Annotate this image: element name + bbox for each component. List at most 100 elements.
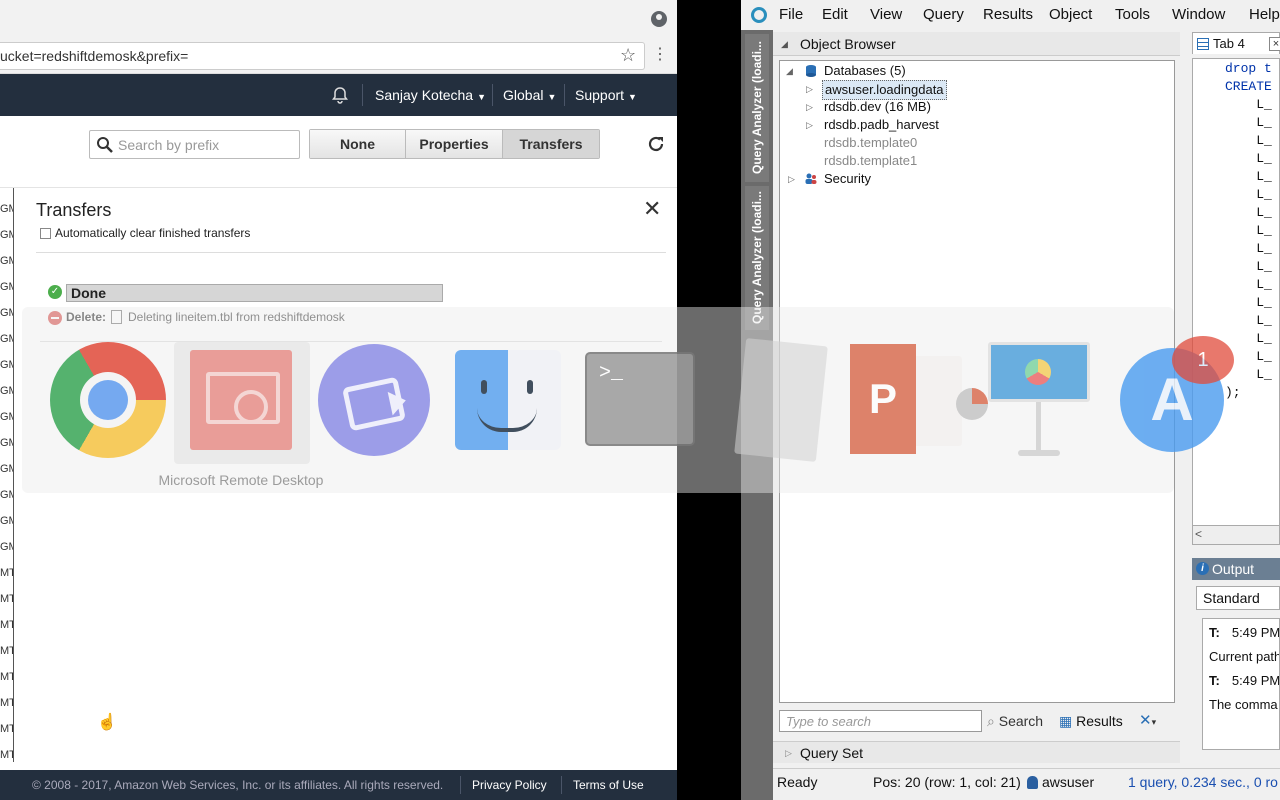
database-icon <box>806 65 816 77</box>
menu-edit[interactable]: Edit <box>822 0 848 30</box>
tree-label: rdsdb.template0 <box>824 135 918 150</box>
view-none-button[interactable]: None <box>310 130 406 158</box>
profile-icon[interactable] <box>651 11 667 27</box>
menu-results[interactable]: Results <box>983 0 1033 30</box>
ppt-letter: P <box>850 344 916 454</box>
status-bar: Ready Pos: 20 (row: 1, col: 21) awsuser … <box>773 768 1280 800</box>
menu-bar: File Edit View Query Results Object Tool… <box>741 0 1280 30</box>
privacy-policy-link[interactable]: Privacy Policy <box>472 770 547 800</box>
terms-of-use-link[interactable]: Terms of Use <box>573 770 644 800</box>
code-line: L_ <box>1225 151 1272 166</box>
expanded-triangle-icon[interactable]: ◢ <box>786 62 793 80</box>
terminal-icon[interactable]: >_ <box>585 352 695 446</box>
chrome-icon[interactable] <box>50 342 166 458</box>
pointer-hand-icon: ☝ <box>97 714 117 731</box>
tree-node-rdsdb-template0[interactable]: rdsdb.template0 <box>824 134 917 152</box>
code-line: drop t <box>1225 61 1272 76</box>
output-panel-tab[interactable]: i Output <box>1192 558 1280 580</box>
keynote-icon[interactable] <box>988 342 1090 460</box>
terminal-prompt: >_ <box>599 362 624 385</box>
code-line: L_ <box>1225 115 1272 130</box>
menu-window[interactable]: Window <box>1172 0 1225 30</box>
search-button[interactable]: ⌕ Search <box>987 710 1043 732</box>
file-row-date-fragment: MT <box>0 593 13 605</box>
collapsed-triangle-icon[interactable]: ▷ <box>806 116 813 134</box>
grid-icon: ▦ <box>1059 713 1073 729</box>
output-tag: T: <box>1209 625 1220 640</box>
tools-icon: ✕ <box>1139 712 1152 729</box>
menu-object[interactable]: Object <box>1049 0 1092 30</box>
menu-view[interactable]: View <box>870 0 902 30</box>
user-menu[interactable]: Sanjay Kotecha ▼ <box>375 74 486 116</box>
collapsed-triangle-icon[interactable]: ▷ <box>788 170 795 188</box>
output-text: 5:49 PM <box>1231 625 1280 640</box>
status-state: Ready <box>777 774 818 790</box>
search-icon <box>97 137 113 153</box>
view-properties-button[interactable]: Properties <box>406 130 503 158</box>
grid-icon <box>1197 38 1209 50</box>
scroll-left-icon[interactable]: < <box>1195 527 1202 541</box>
collapse-triangle-icon[interactable]: ◢ <box>781 32 788 56</box>
file-row-date-fragment: GM <box>0 359 13 371</box>
url-field[interactable]: ucket=redshiftdemosk&prefix= <box>0 42 645 70</box>
collapsed-triangle-icon[interactable]: ▷ <box>785 742 792 764</box>
users-icon <box>805 173 817 184</box>
auto-clear-option[interactable]: Automatically clear finished transfers <box>40 226 250 240</box>
menu-help[interactable]: Help <box>1249 0 1280 30</box>
editor-tab-label: Tab 4 <box>1213 36 1245 51</box>
chevron-down-icon: ▼ <box>628 92 637 102</box>
menu-tools[interactable]: Tools <box>1115 0 1150 30</box>
code-line: L_ <box>1225 313 1272 328</box>
output-text: Current path <box>1209 649 1280 664</box>
support-menu[interactable]: Support ▼ <box>575 74 637 116</box>
collapsed-triangle-icon[interactable]: ▷ <box>806 98 813 116</box>
copyright-text: © 2008 - 2017, Amazon Web Services, Inc.… <box>32 778 444 792</box>
browser-tab-strip <box>0 0 677 38</box>
side-tab-query-analyzer-1[interactable]: Query Analyzer (loadi... <box>745 34 769 182</box>
bookmark-star-icon[interactable]: ☆ <box>620 42 636 68</box>
view-transfers-button[interactable]: Transfers <box>503 130 599 158</box>
transfers-title: Transfers <box>36 200 112 220</box>
code-line: L_ <box>1225 295 1272 310</box>
close-icon[interactable]: × <box>1269 37 1280 51</box>
file-row-date-fragment: GM <box>0 255 13 267</box>
auto-clear-checkbox[interactable] <box>40 227 51 239</box>
refresh-icon[interactable] <box>646 134 666 158</box>
textedit-icon[interactable] <box>734 338 828 462</box>
code-area[interactable]: drop t CREATE L_ L_ L_ L_ L_ L_ L_ L_ L_ … <box>1192 58 1280 536</box>
nav-separator <box>492 84 493 106</box>
tree-node-rdsdb-template1[interactable]: rdsdb.template1 <box>824 152 917 170</box>
object-search-input[interactable] <box>779 710 982 732</box>
horizontal-scrollbar[interactable]: < <box>1192 525 1280 545</box>
collapsed-triangle-icon[interactable]: ▷ <box>806 80 813 98</box>
standard-output-tab[interactable]: Standard <box>1196 586 1280 610</box>
editor-tab[interactable]: Tab 4 × <box>1192 32 1280 54</box>
file-row-date-fragment: GM <box>0 437 13 449</box>
file-row-date-fragment: GM <box>0 541 13 553</box>
region-menu[interactable]: Global ▼ <box>503 74 556 116</box>
query-set-title: Query Set <box>800 745 864 761</box>
menu-file[interactable]: File <box>779 0 803 30</box>
close-icon[interactable]: ✕ <box>643 198 661 220</box>
notifications-bell-icon[interactable] <box>330 85 350 105</box>
transfer-status: Done <box>71 285 106 301</box>
file-row-date-fragment: MT <box>0 697 13 709</box>
menu-query[interactable]: Query <box>923 0 964 30</box>
tools-dropdown-button[interactable]: ✕▾ <box>1139 710 1156 733</box>
file-row-date-fragment: GM <box>0 489 13 501</box>
app-logo-icon <box>751 7 767 23</box>
code-line: L_ <box>1225 367 1272 382</box>
user-name: Sanjay Kotecha <box>375 87 474 103</box>
query-set-header[interactable]: ▷ Query Set <box>773 741 1180 763</box>
file-row-date-fragment: MT <box>0 567 13 579</box>
results-button[interactable]: ▦ Results <box>1059 710 1123 732</box>
prefix-search-input[interactable] <box>118 133 296 156</box>
browser-menu-icon[interactable]: ⋮ <box>652 42 668 68</box>
output-title: Output <box>1212 561 1255 577</box>
finder-icon[interactable] <box>455 350 561 450</box>
file-list-edge: GM GM GM GM GM GM GM GM GM GM GM GM GM GM MT MT MT MT MT MT… <box>0 188 14 787</box>
powerpoint-icon[interactable]: P <box>850 344 988 454</box>
video-app-icon[interactable] <box>318 344 430 456</box>
remote-desktop-icon[interactable] <box>190 350 292 450</box>
file-row-date-fragment: GM <box>0 333 13 345</box>
